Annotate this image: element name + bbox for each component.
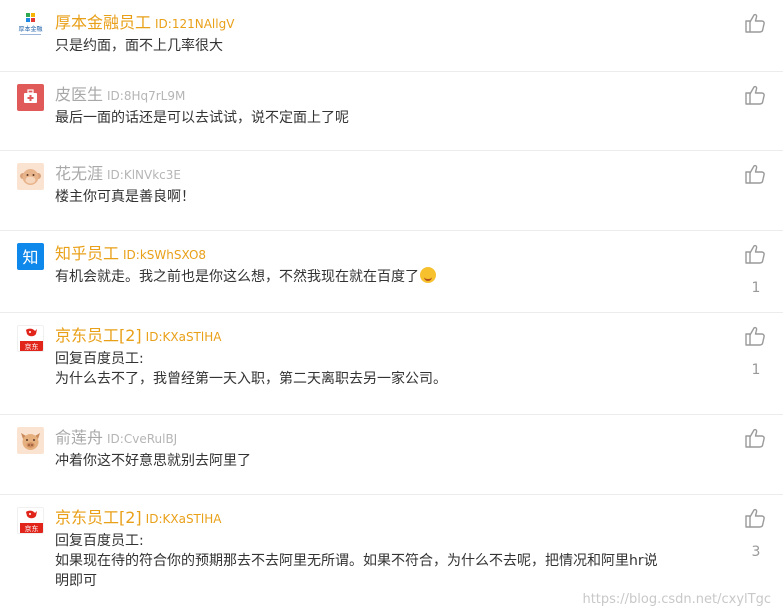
thumbs-up-icon[interactable] [744,163,766,185]
houben-logo-icon[interactable]: 厚本金融 [17,12,44,39]
author-id: ID:KXaSTlHA [145,512,222,526]
svg-text:京东: 京东 [25,524,39,533]
author-id: ID:8Hq7rL9M [107,89,186,103]
author-name[interactable]: 厚本金融员工 [55,13,151,32]
comment-line: 楼主你可真是善良啊！ [55,189,195,205]
pig-face-icon[interactable] [17,427,44,454]
reply-prefix: 回复百度员工: [55,351,144,367]
comment-line: 明即可 [55,573,97,589]
author-id: ID:121NAllgV [155,17,235,31]
comment-text: 冲着你这不好意思就别去阿里了 [55,451,725,471]
comment-line: 只是约面，面不上几率很大 [55,38,223,54]
comment-item: 知 知乎员工 ID:kSWhSXO8 有机会就走。我之前也是你这么想，不然我现在就… [0,231,783,313]
comment-item: 厚本金融 厚本金融员工 ID:121NAllgV 只是约面，面不上几率很大 [0,0,783,72]
zhihu-logo-icon[interactable]: 知 [17,243,44,270]
author-id: ID:kSWhSXO8 [123,248,207,262]
comment-item: 花无涯 ID:KlNVkc3E 楼主你可真是善良啊！ [0,151,783,231]
svg-text:厚本金融: 厚本金融 [18,25,42,33]
comment-line: 最后一面的话还是可以去试试，说不定面上了呢 [55,110,349,126]
jd-logo-icon[interactable]: 京东 [17,325,44,352]
comment-header: 皮医生 ID:8Hq7rL9M [55,81,185,105]
svg-text:京东: 京东 [25,342,39,351]
comment-header: 知乎员工 ID:kSWhSXO8 [55,240,206,264]
comment-text: 楼主你可真是善良啊！ [55,187,725,207]
thumbs-up-icon[interactable] [744,84,766,106]
comment-header: 京东员工[2] ID:KXaSTlHA [55,504,221,528]
comment-text: 只是约面，面不上几率很大 [55,36,725,56]
comment-header: 厚本金融员工 ID:121NAllgV [55,9,234,33]
comment-item: 皮医生 ID:8Hq7rL9M 最后一面的话还是可以去试试，说不定面上了呢 [0,72,783,151]
laughing-emoji-icon [420,267,436,283]
comment-header: 花无涯 ID:KlNVkc3E [55,160,181,184]
comment-header: 俞莲舟 ID:CveRulBJ [55,424,177,448]
watermark: https://blog.csdn.net/cxylTgc [582,592,771,607]
comment-item: 京东 京东员工[2] ID:KXaSTlHA 回复百度员工: 为什么去不了，我曾经… [0,313,783,415]
author-id: ID:KXaSTlHA [145,330,222,344]
thumbs-up-icon[interactable] [744,243,766,265]
like-count: 1 [751,280,761,296]
thumbs-up-icon[interactable] [744,507,766,529]
svg-text:知: 知 [22,248,38,267]
medical-kit-icon[interactable] [17,84,44,111]
thumbs-up-icon[interactable] [744,12,766,34]
comment-text: 最后一面的话还是可以去试试，说不定面上了呢 [55,108,725,128]
thumbs-up-icon[interactable] [744,325,766,347]
author-name[interactable]: 俞莲舟 [55,428,103,447]
comment-line: 为什么去不了，我曾经第一天入职，第二天离职去另一家公司。 [55,371,447,387]
comment-text: 回复百度员工: 如果现在待的符合你的预期那去不去阿里无所谓。如果不符合，为什么不… [55,531,725,591]
comment-line-text: 有机会就走。我之前也是你这么想，不然我现在就在百度了 [55,269,419,285]
author-name[interactable]: 京东员工[2] [55,508,142,527]
comment-header: 京东员工[2] ID:KXaSTlHA [55,322,221,346]
comment-line: 如果现在待的符合你的预期那去不去阿里无所谓。如果不符合，为什么不去呢，把情况和阿… [55,553,658,569]
comment-text: 有机会就走。我之前也是你这么想，不然我现在就在百度了 [55,267,725,287]
comment-line: 有机会就走。我之前也是你这么想，不然我现在就在百度了 [55,267,725,287]
monkey-face-icon[interactable] [17,163,44,190]
like-count: 3 [751,544,761,560]
comment-item: 俞莲舟 ID:CveRulBJ 冲着你这不好意思就别去阿里了 [0,415,783,495]
author-name[interactable]: 皮医生 [55,85,103,104]
comment-text: 回复百度员工: 为什么去不了，我曾经第一天入职，第二天离职去另一家公司。 [55,349,725,389]
author-id: ID:CveRulBJ [107,432,178,446]
thumbs-up-icon[interactable] [744,427,766,449]
reply-prefix: 回复百度员工: [55,533,144,549]
jd-logo-icon[interactable]: 京东 [17,507,44,534]
comment-line: 冲着你这不好意思就别去阿里了 [55,453,251,469]
author-name[interactable]: 京东员工[2] [55,326,142,345]
author-name[interactable]: 花无涯 [55,164,103,183]
author-id: ID:KlNVkc3E [107,168,181,182]
like-count: 1 [751,362,761,378]
author-name[interactable]: 知乎员工 [55,244,119,263]
